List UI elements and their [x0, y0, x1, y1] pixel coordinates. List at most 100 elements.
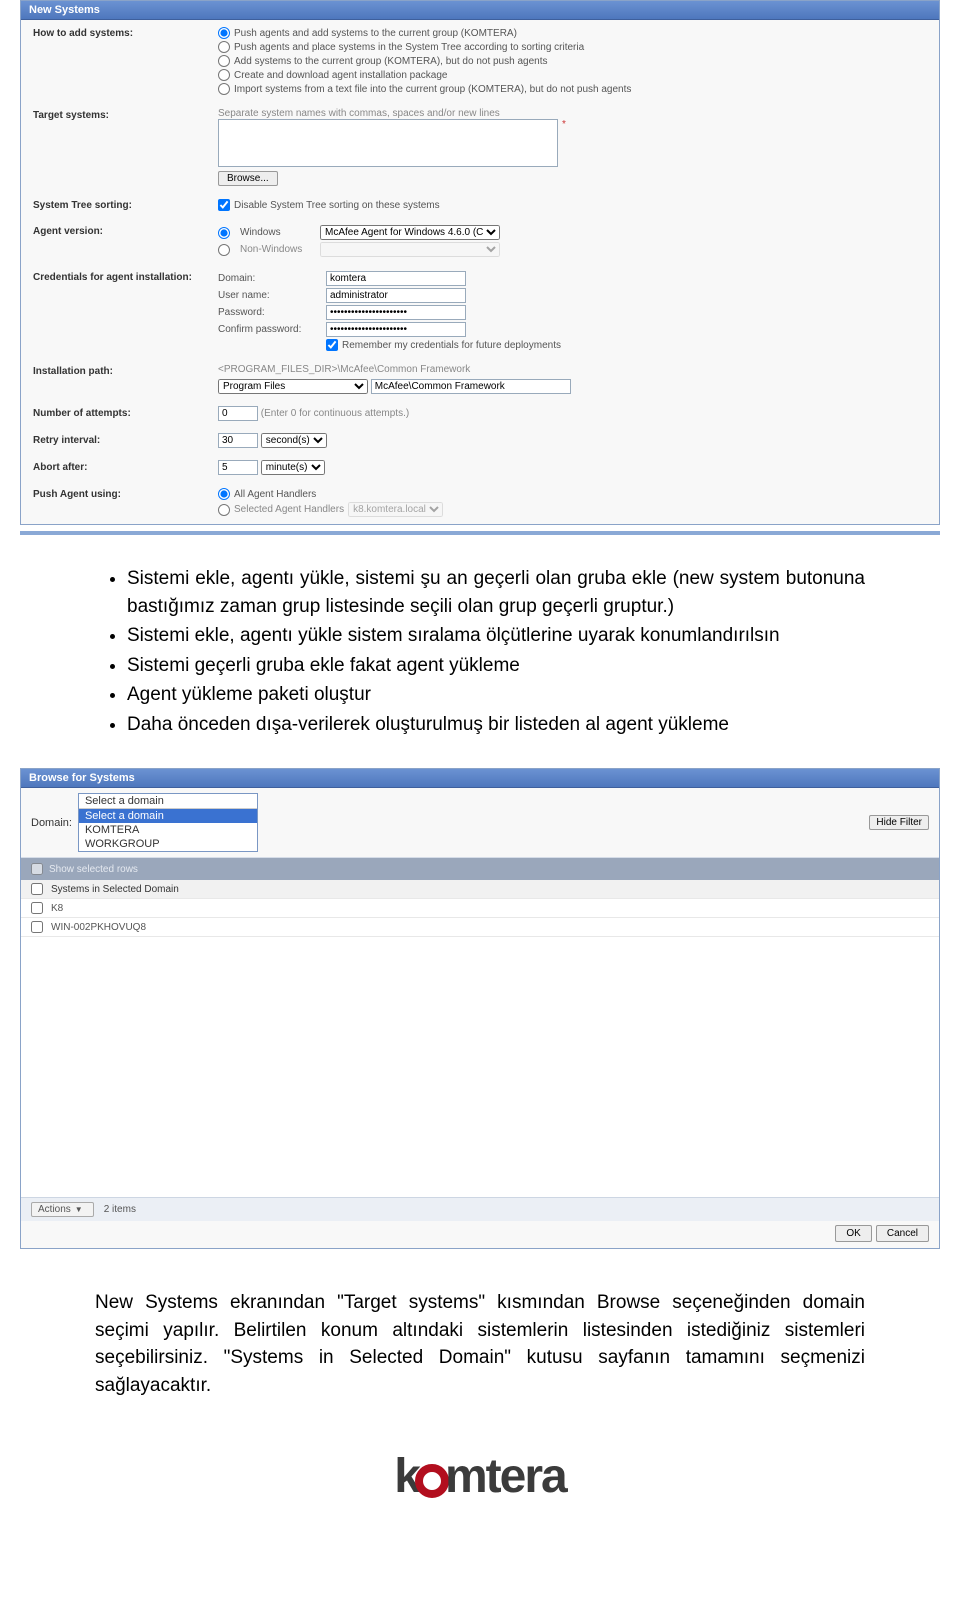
actions-button[interactable]: Actions ▼	[31, 1202, 94, 1217]
agent-nonwindows-select	[320, 242, 500, 257]
label-agent-version: Agent version:	[33, 224, 218, 258]
howto-opt-2-label: Push agents and place systems in the Sys…	[234, 42, 584, 53]
system-row-1-checkbox[interactable]	[31, 902, 43, 914]
browse-systems-panel: Browse for Systems Domain: Select a doma…	[20, 768, 940, 1249]
howto-opt-2[interactable]	[218, 41, 230, 53]
doc-bullet-1: Sistemi ekle, agentı yükle, sistemi şu a…	[127, 565, 865, 620]
row-credentials: Credentials for agent installation: Doma…	[21, 264, 939, 358]
abort-unit-select[interactable]: minute(s)	[261, 460, 325, 475]
label-target: Target systems:	[33, 108, 218, 186]
systems-header-label: Systems in Selected Domain	[51, 884, 179, 895]
row-abort: Abort after: minute(s)	[21, 454, 939, 481]
domain-select[interactable]: Select a domain Select a domain KOMTERA …	[78, 793, 258, 852]
komtera-logo: kmtera	[394, 1449, 565, 1504]
push-selected-label: Selected Agent Handlers	[234, 504, 344, 515]
label-retry: Retry interval:	[33, 433, 218, 448]
hint-target: Separate system names with commas, space…	[218, 108, 927, 119]
domain-opt-1[interactable]: Select a domain	[79, 809, 257, 823]
row-target-systems: Target systems: Separate system names wi…	[21, 102, 939, 192]
doc-bullet-section: Sistemi ekle, agentı yükle, sistemi şu a…	[95, 565, 865, 738]
label-push-using: Push Agent using:	[33, 487, 218, 518]
show-selected-checkbox[interactable]	[31, 863, 43, 875]
cred-domain-input[interactable]	[326, 271, 466, 286]
label-sorting: System Tree sorting:	[33, 198, 218, 212]
retry-unit-select[interactable]: second(s)	[261, 433, 327, 448]
domain-label: Domain:	[31, 817, 72, 829]
howto-opt-5[interactable]	[218, 83, 230, 95]
row-sorting: System Tree sorting: Disable System Tree…	[21, 192, 939, 218]
push-all-radio[interactable]	[218, 488, 230, 500]
logo-post: mtera	[445, 1450, 566, 1503]
disable-sorting-checkbox[interactable]	[218, 199, 230, 211]
cred-pass-input[interactable]	[326, 305, 466, 320]
cred-confirm-input[interactable]	[326, 322, 466, 337]
domain-row: Domain: Select a domain Select a domain …	[21, 788, 939, 858]
actions-label: Actions	[38, 1204, 71, 1215]
remember-credentials-label: Remember my credentials for future deplo…	[342, 340, 561, 351]
system-row-2-label: WIN-002PKHOVUQ8	[51, 922, 146, 933]
agent-windows-label: Windows	[240, 227, 310, 238]
attempts-hint: (Enter 0 for continuous attempts.)	[261, 408, 409, 419]
agent-windows-select[interactable]: McAfee Agent for Windows 4.6.0 (Current)	[320, 225, 500, 240]
abort-input[interactable]	[218, 460, 258, 475]
domain-current: Select a domain	[79, 794, 257, 809]
disable-sorting-label: Disable System Tree sorting on these sys…	[234, 200, 440, 211]
howto-opt-5-label: Import systems from a text file into the…	[234, 84, 631, 95]
domain-opt-2[interactable]: KOMTERA	[79, 823, 257, 837]
show-selected-row: Show selected rows	[21, 858, 939, 880]
push-all-label: All Agent Handlers	[234, 489, 316, 500]
remember-credentials-checkbox[interactable]	[326, 339, 338, 351]
agent-nonwindows-radio[interactable]	[218, 244, 230, 256]
howto-opt-3[interactable]	[218, 55, 230, 67]
logo-wrap: kmtera	[95, 1449, 865, 1504]
hide-filter-button[interactable]: Hide Filter	[869, 815, 929, 830]
howto-opt-4-label: Create and download agent installation p…	[234, 70, 448, 81]
systems-empty-area	[21, 937, 939, 1197]
target-systems-input[interactable]	[218, 119, 558, 167]
agent-nonwindows-label: Non-Windows	[240, 244, 310, 255]
push-selected-radio[interactable]	[218, 504, 230, 516]
required-marker: *	[562, 119, 566, 130]
new-systems-panel: New Systems How to add systems: Push age…	[20, 0, 940, 525]
systems-header-row: Systems in Selected Domain	[21, 880, 939, 899]
panel2-title: Browse for Systems	[21, 769, 939, 788]
row-push-using: Push Agent using: All Agent Handlers Sel…	[21, 481, 939, 524]
system-row-1[interactable]: K8	[21, 899, 939, 918]
push-selected-select: k8.komtera.local	[348, 502, 443, 517]
show-selected-label: Show selected rows	[49, 864, 138, 875]
install-path-select[interactable]: Program Files	[218, 379, 368, 394]
row-how-to-add: How to add systems: Push agents and add …	[21, 20, 939, 102]
logo-ring-icon	[415, 1464, 449, 1498]
system-row-2-checkbox[interactable]	[31, 921, 43, 933]
select-all-checkbox[interactable]	[31, 883, 43, 895]
row-retry: Retry interval: second(s)	[21, 427, 939, 454]
row-agent-version: Agent version: Windows McAfee Agent for …	[21, 218, 939, 264]
howto-opt-1-label: Push agents and add systems to the curre…	[234, 28, 517, 39]
agent-windows-radio[interactable]	[218, 227, 230, 239]
howto-opt-4[interactable]	[218, 69, 230, 81]
browse-button[interactable]: Browse...	[218, 171, 278, 186]
ok-button[interactable]: OK	[835, 1225, 871, 1242]
system-row-2[interactable]: WIN-002PKHOVUQ8	[21, 918, 939, 937]
chevron-down-icon: ▼	[75, 1205, 83, 1214]
install-path-value: <PROGRAM_FILES_DIR>\McAfee\Common Framew…	[218, 364, 927, 375]
label-how-to-add: How to add systems:	[33, 26, 218, 96]
label-credentials: Credentials for agent installation:	[33, 270, 218, 352]
bottom-paragraph: New Systems ekranından "Target systems" …	[95, 1289, 865, 1399]
cred-domain-label: Domain:	[218, 273, 318, 284]
cred-confirm-label: Confirm password:	[218, 324, 318, 335]
retry-input[interactable]	[218, 433, 258, 448]
howto-opt-1[interactable]	[218, 27, 230, 39]
install-path-input[interactable]	[371, 379, 571, 394]
cred-user-input[interactable]	[326, 288, 466, 303]
doc-bullet-5: Daha önceden dışa-verilerek oluşturulmuş…	[127, 711, 865, 739]
howto-opt-3-label: Add systems to the current group (KOMTER…	[234, 56, 548, 67]
domain-opt-3[interactable]: WORKGROUP	[79, 837, 257, 851]
row-attempts: Number of attempts: (Enter 0 for continu…	[21, 400, 939, 427]
attempts-input[interactable]	[218, 406, 258, 421]
doc-bullet-4: Agent yükleme paketi oluştur	[127, 681, 865, 709]
label-attempts: Number of attempts:	[33, 406, 218, 421]
cancel-button[interactable]: Cancel	[876, 1225, 929, 1242]
divider-strip	[20, 531, 940, 535]
label-install-path: Installation path:	[33, 364, 218, 394]
